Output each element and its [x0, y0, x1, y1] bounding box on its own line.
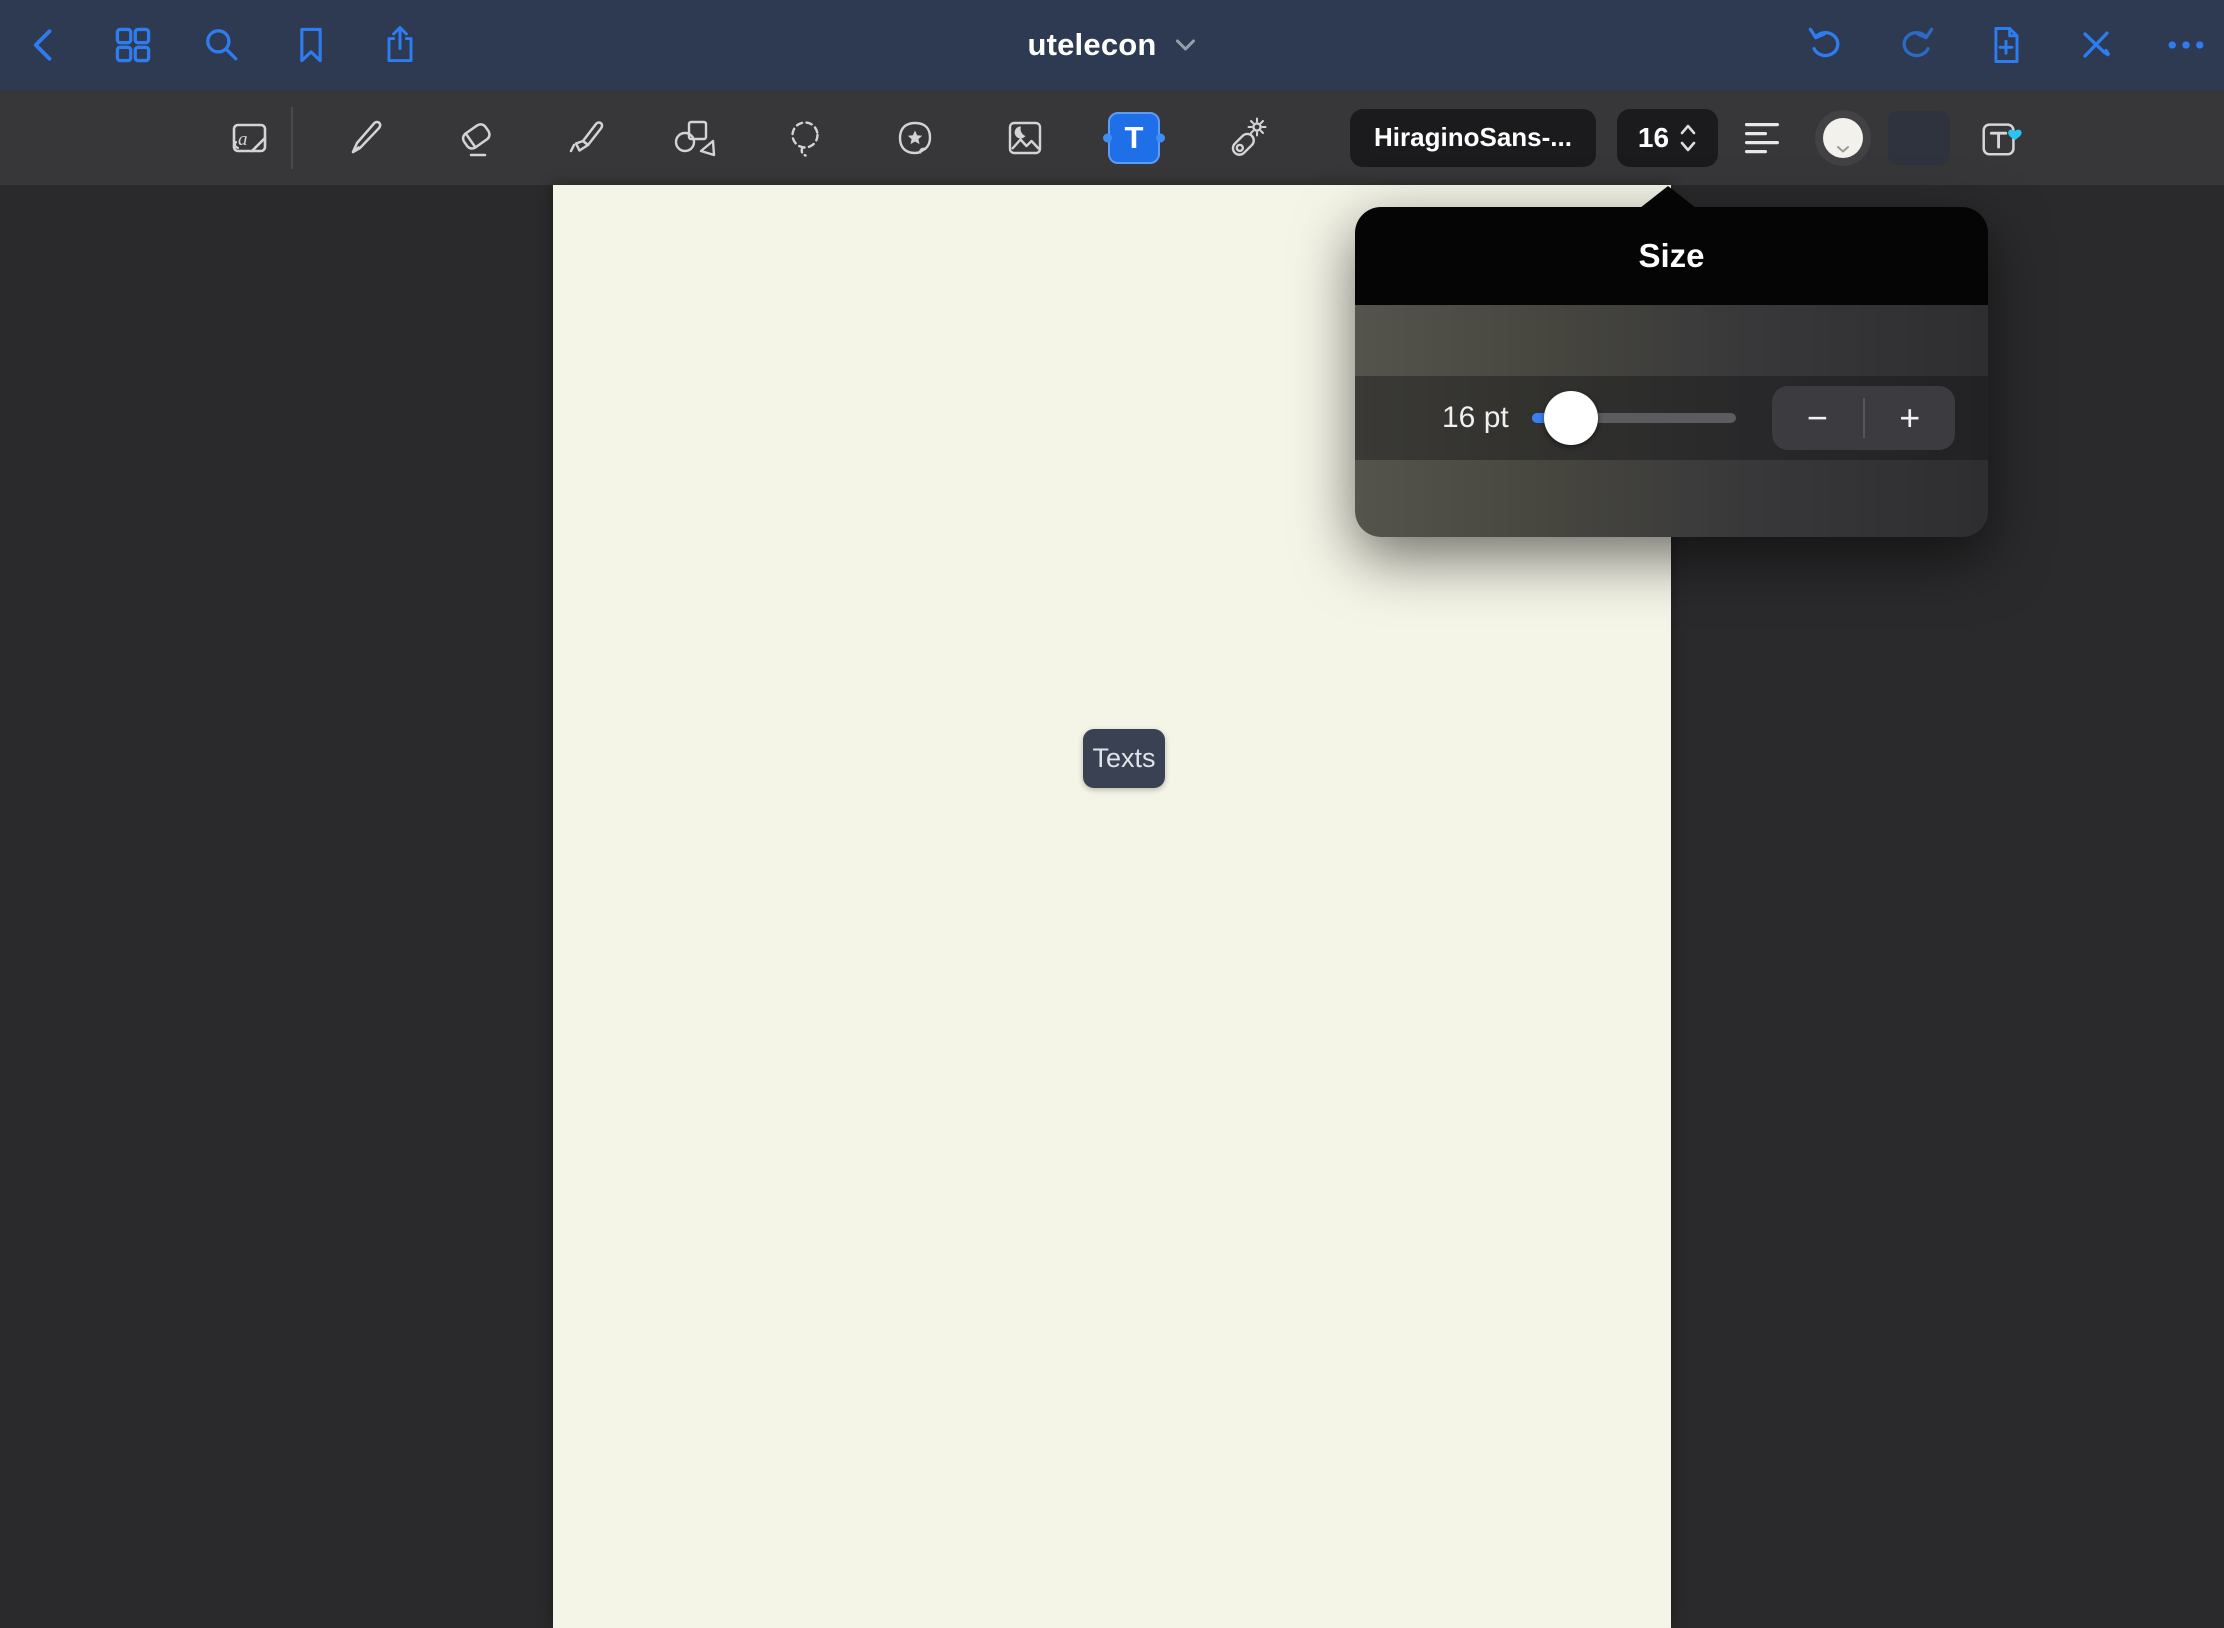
- shapes-icon: [668, 114, 716, 162]
- lasso-icon: [781, 114, 829, 162]
- tool-image[interactable]: [1001, 112, 1049, 164]
- color-ring: [1815, 110, 1871, 166]
- tool-shapes[interactable]: [668, 112, 716, 164]
- svg-text:a: a: [238, 129, 248, 150]
- tool-text[interactable]: T: [1108, 112, 1160, 164]
- popover-header: Size: [1355, 207, 1988, 305]
- thumbnail-grid-button[interactable]: [111, 23, 155, 67]
- sticker-star-icon: [891, 114, 939, 162]
- size-increase-button[interactable]: +: [1865, 386, 1956, 450]
- eraser-icon: [452, 114, 500, 162]
- selection-handle-left: [1103, 133, 1112, 142]
- zoom-window-icon: a: [226, 114, 274, 162]
- size-slider-row: 16 pt − +: [1355, 376, 1988, 460]
- crossed-pencil-icon: [2074, 23, 2118, 67]
- toolbar-separator: [291, 107, 293, 169]
- chevron-up-down-icon: [1679, 123, 1697, 153]
- nav-left-group: [0, 23, 422, 67]
- tool-laser-pointer[interactable]: [1222, 112, 1270, 164]
- selection-handle-right: [1156, 133, 1165, 142]
- text-style-heart-icon: [1977, 113, 2023, 163]
- pen-mode-toggle-button[interactable]: [2074, 23, 2118, 67]
- popover-title: Size: [1638, 237, 1704, 275]
- canvas-text-object[interactable]: Texts: [1083, 729, 1165, 788]
- document-title-button[interactable]: utelecon: [1027, 0, 1196, 90]
- back-chevron-icon: [22, 23, 66, 67]
- current-color-swatch: [1823, 118, 1863, 158]
- redo-icon: [1894, 23, 1938, 67]
- tool-bar: a T HiraginoSans-... 16: [0, 90, 2224, 185]
- search-icon: [200, 23, 244, 67]
- popover-body: 16 pt − +: [1355, 305, 1988, 537]
- tool-eraser[interactable]: [452, 112, 500, 164]
- redo-button[interactable]: [1894, 23, 1938, 67]
- text-tool-glyph: T: [1125, 120, 1144, 156]
- slider-thumb[interactable]: [1544, 391, 1598, 445]
- laser-pointer-icon: [1222, 114, 1270, 162]
- share-button[interactable]: [378, 23, 422, 67]
- tool-elements[interactable]: [891, 112, 939, 164]
- size-stepper-control: − +: [1772, 386, 1955, 450]
- tool-pen[interactable]: [341, 112, 389, 164]
- grid-view-icon: [111, 23, 155, 67]
- undo-icon: [1804, 23, 1848, 67]
- font-size-stepper[interactable]: 16: [1617, 109, 1718, 167]
- size-decrease-button[interactable]: −: [1772, 386, 1863, 450]
- highlighter-icon: [562, 114, 610, 162]
- font-family-button[interactable]: HiraginoSans-...: [1350, 109, 1596, 167]
- popover-arrow: [1640, 186, 1696, 208]
- add-page-icon: [1984, 23, 2028, 67]
- back-button[interactable]: [22, 23, 66, 67]
- font-size-popover: Size 16 pt − +: [1355, 207, 1988, 537]
- share-icon: [378, 23, 422, 67]
- pen-icon: [341, 114, 389, 162]
- top-navigation-bar: utelecon: [0, 0, 2224, 90]
- tool-zoom-window[interactable]: a: [226, 112, 274, 164]
- nav-right-group: [1804, 23, 2224, 67]
- chevron-down-icon: [1836, 145, 1850, 153]
- undo-button[interactable]: [1804, 23, 1848, 67]
- document-title: utelecon: [1027, 27, 1156, 63]
- font-size-value: 16: [1638, 122, 1669, 154]
- tool-highlighter[interactable]: [562, 112, 610, 164]
- more-options-button[interactable]: [2164, 23, 2208, 67]
- secondary-swatch-button[interactable]: [1888, 111, 1950, 165]
- text-color-button[interactable]: [1815, 110, 1871, 166]
- bookmark-icon: [289, 23, 333, 67]
- text-align-button[interactable]: [1740, 116, 1784, 160]
- favorite-text-style-button[interactable]: [1977, 113, 2023, 163]
- chevron-down-icon: [1175, 38, 1197, 52]
- font-family-label: HiraginoSans-...: [1374, 122, 1572, 153]
- align-left-icon: [1742, 121, 1782, 155]
- ellipsis-icon: [2164, 23, 2208, 67]
- tool-lasso[interactable]: [781, 112, 829, 164]
- bookmark-button[interactable]: [289, 23, 333, 67]
- search-button[interactable]: [200, 23, 244, 67]
- size-value-label: 16 pt: [1442, 401, 1509, 435]
- add-page-button[interactable]: [1984, 23, 2028, 67]
- image-icon: [1001, 114, 1049, 162]
